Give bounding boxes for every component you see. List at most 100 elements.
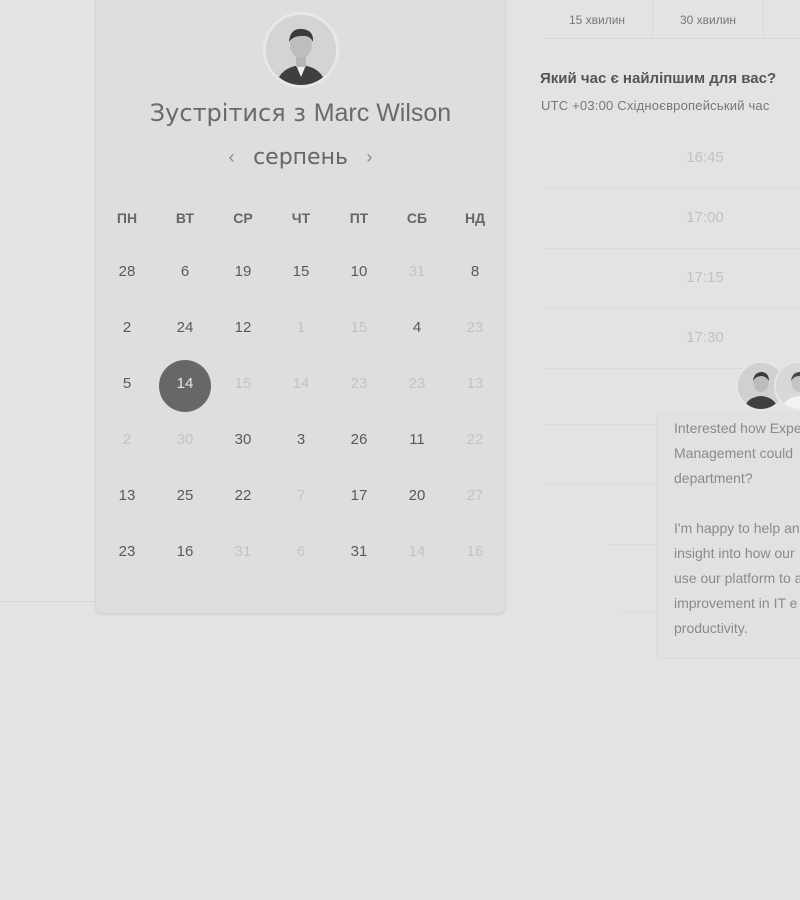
day-number: 17 xyxy=(350,487,368,504)
time-slot[interactable]: 17:00 xyxy=(543,188,800,249)
day-number: 31 xyxy=(350,543,368,560)
day-number: 28 xyxy=(118,263,136,280)
host-name: Marc Wilson xyxy=(313,99,452,127)
calendar-day: 2 xyxy=(98,412,156,468)
weekday-header: ПН xyxy=(116,210,138,226)
calendar-day: 16 xyxy=(446,524,504,580)
chat-line: productivity. xyxy=(674,620,748,636)
host-avatar xyxy=(263,12,339,88)
calendar-day[interactable]: 19 xyxy=(214,244,272,300)
weekday-header: СР xyxy=(233,210,253,226)
time-slot[interactable]: 16:45 xyxy=(543,128,800,189)
calendar-day: 13 xyxy=(446,356,504,412)
day-number: 22 xyxy=(234,487,252,504)
chat-line: insight into how our xyxy=(674,545,795,561)
calendar-day[interactable]: 28 xyxy=(98,244,156,300)
day-number: 23 xyxy=(118,543,136,560)
calendar-day[interactable]: 16 xyxy=(156,524,214,580)
calendar-day[interactable]: 5 xyxy=(98,356,156,412)
day-number: 14 xyxy=(408,543,426,560)
day-number: 30 xyxy=(234,431,252,448)
time-slot[interactable]: 17:15 xyxy=(543,248,800,309)
page-title: Зустрітися з Marc Wilson xyxy=(96,99,505,128)
divider xyxy=(620,612,657,613)
time-slot[interactable]: 17:30 xyxy=(543,308,800,369)
tab-30-min[interactable]: 30 хвилин xyxy=(652,0,763,36)
selected-day[interactable]: 14 xyxy=(156,356,214,412)
day-number: 4 xyxy=(412,319,422,336)
calendar-day[interactable]: 15 xyxy=(272,244,330,300)
day-number: 2 xyxy=(122,431,132,448)
time-slot-label: 16:45 xyxy=(686,149,724,166)
tab-15-min[interactable]: 15 хвилин xyxy=(543,0,651,36)
calendar-day: 6 xyxy=(272,524,330,580)
calendar-day: 30 xyxy=(156,412,214,468)
calendar-day[interactable]: 20 xyxy=(388,468,446,524)
calendar-day: 31 xyxy=(388,244,446,300)
day-number: 25 xyxy=(176,487,194,504)
day-number: 30 xyxy=(176,431,194,448)
month-navigator: ‹ серпень › xyxy=(96,145,505,170)
time-slot-label: 17:00 xyxy=(686,209,724,226)
day-number: 22 xyxy=(466,431,484,448)
chevron-left-icon[interactable]: ‹ xyxy=(229,147,235,168)
tab-next[interactable] xyxy=(763,0,800,36)
calendar-day[interactable]: 25 xyxy=(156,468,214,524)
chat-line: I'm happy to help an xyxy=(674,520,800,536)
calendar-day[interactable]: 17 xyxy=(330,468,388,524)
day-number: 16 xyxy=(176,543,194,560)
calendar-day: 27 xyxy=(446,468,504,524)
day-number: 27 xyxy=(466,487,484,504)
divider xyxy=(0,601,96,602)
calendar-day[interactable]: 31 xyxy=(330,524,388,580)
calendar-day[interactable]: 12 xyxy=(214,300,272,356)
timezone-label[interactable]: UTC +03:00 Східноєвропейський час xyxy=(541,98,770,113)
day-number: 3 xyxy=(296,431,306,448)
day-number: 20 xyxy=(408,487,426,504)
day-number: 23 xyxy=(408,375,426,392)
day-number: 26 xyxy=(350,431,368,448)
weekday-header: ЧТ xyxy=(291,210,311,226)
chat-line: use our platform to a xyxy=(674,570,800,586)
calendar-day[interactable]: 2 xyxy=(98,300,156,356)
chat-line: Interested how Expe xyxy=(674,420,800,436)
weekday-header: ВТ xyxy=(175,210,195,226)
calendar-day[interactable]: 13 xyxy=(98,468,156,524)
day-number: 14 xyxy=(292,375,310,392)
day-number: 15 xyxy=(350,319,368,336)
calendar-day[interactable]: 22 xyxy=(214,468,272,524)
calendar-day[interactable]: 30 xyxy=(214,412,272,468)
calendar-day: 23 xyxy=(388,356,446,412)
day-number: 6 xyxy=(296,543,306,560)
chat-line: improvement in IT e xyxy=(674,595,798,611)
calendar-day[interactable]: 10 xyxy=(330,244,388,300)
calendar-day[interactable]: 4 xyxy=(388,300,446,356)
day-number: 2 xyxy=(122,319,132,336)
day-number: 13 xyxy=(466,375,484,392)
day-number: 15 xyxy=(234,375,252,392)
calendar-day[interactable]: 24 xyxy=(156,300,214,356)
divider xyxy=(610,544,657,545)
time-slot-label: 17:30 xyxy=(686,329,724,346)
day-number: 5 xyxy=(122,375,132,392)
calendar-day[interactable]: 11 xyxy=(388,412,446,468)
day-number: 24 xyxy=(176,319,194,336)
calendar-day[interactable]: 6 xyxy=(156,244,214,300)
calendar-day: 14 xyxy=(272,356,330,412)
day-number: 16 xyxy=(466,543,484,560)
day-number: 31 xyxy=(408,263,426,280)
time-question: Який час є найліпшим для вас? xyxy=(540,70,777,87)
weekday-header: ПТ xyxy=(349,210,369,226)
calendar-day[interactable]: 23 xyxy=(98,524,156,580)
calendar-day[interactable]: 26 xyxy=(330,412,388,468)
day-number: 13 xyxy=(118,487,136,504)
calendar-day[interactable]: 3 xyxy=(272,412,330,468)
day-number: 11 xyxy=(409,431,425,448)
calendar-day[interactable]: 8 xyxy=(446,244,504,300)
chevron-right-icon[interactable]: › xyxy=(366,147,372,168)
time-slot-label: 17:15 xyxy=(686,269,724,286)
divider xyxy=(543,484,657,485)
day-number: 15 xyxy=(292,263,310,280)
day-number: 8 xyxy=(470,263,480,280)
day-number: 1 xyxy=(296,319,306,336)
